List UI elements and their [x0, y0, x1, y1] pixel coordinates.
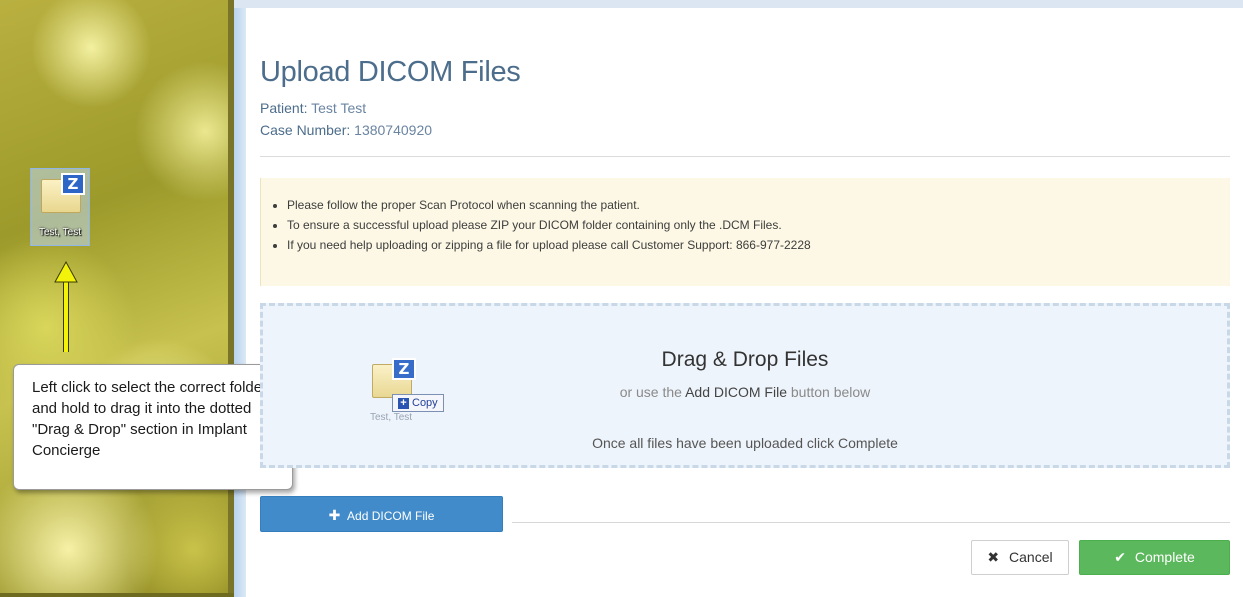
cancel-button[interactable]: ✖ Cancel: [971, 540, 1069, 575]
times-icon: ✖: [987, 549, 1000, 565]
protocol-notice: Please follow the proper Scan Protocol w…: [260, 178, 1230, 286]
case-number-value: 1380740920: [354, 122, 433, 138]
plus-icon: +: [398, 398, 409, 409]
desktop-wallpaper: [0, 0, 228, 597]
header-divider: [260, 156, 1230, 157]
case-number-label: Case Number:: [260, 122, 351, 138]
complete-button[interactable]: ✔ Complete: [1079, 540, 1230, 575]
plus-icon: ✚: [328, 507, 341, 523]
dropzone-footer: Once all files have been uploaded click …: [592, 435, 898, 451]
dragged-folder-label: Test, Test: [370, 412, 413, 423]
actions-divider: [512, 522, 1230, 523]
check-icon: ✔: [1114, 549, 1126, 565]
page-title: Upload DICOM Files: [260, 56, 521, 88]
instruction-callout: Left click to select the correct folder …: [13, 364, 293, 490]
upload-panel: Upload DICOM Files Patient: Test Test Ca…: [260, 0, 1230, 597]
dragged-folder-ghost: Z + Copy Test, Test: [370, 358, 450, 428]
zip-folder-icon: Z: [372, 358, 416, 398]
window-frame-bottom: [0, 593, 234, 597]
notice-item: Please follow the proper Scan Protocol w…: [287, 198, 1230, 212]
patient-label: Patient:: [260, 100, 308, 116]
add-dicom-file-button[interactable]: ✚ Add DICOM File: [260, 496, 503, 532]
desktop-folder-test-test[interactable]: Z Test, Test: [30, 168, 90, 246]
dropzone-subtitle-bold: Add DICOM File: [685, 384, 787, 400]
cancel-label: Cancel: [1009, 549, 1053, 565]
browser-edge: [234, 0, 246, 597]
patient-value: Test Test: [311, 100, 367, 116]
add-dicom-file-label: Add DICOM File: [347, 509, 435, 523]
notice-item: If you need help uploading or zipping a …: [287, 238, 1230, 252]
patient-row: Patient: Test Test: [260, 100, 366, 116]
notice-item: To ensure a successful upload please ZIP…: [287, 218, 1230, 232]
complete-label: Complete: [1134, 549, 1195, 565]
zip-folder-icon: Z: [41, 173, 85, 213]
case-number-row: Case Number: 1380740920: [260, 122, 432, 138]
desktop-folder-label: Test, Test: [38, 227, 82, 238]
copy-indicator: + Copy: [392, 394, 444, 412]
